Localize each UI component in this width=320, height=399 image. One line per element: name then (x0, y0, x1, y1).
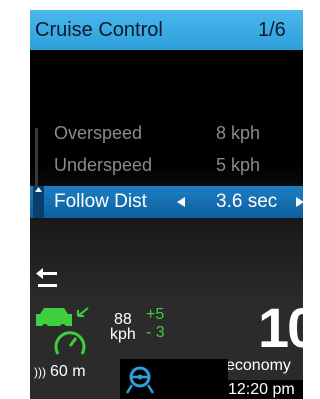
page-indicator: 1/6 (258, 19, 286, 41)
delta-minus: - 3 (146, 324, 165, 341)
menu-item-overspeed[interactable]: Overspeed 8 kph (30, 117, 303, 149)
increase-arrow-icon[interactable] (296, 197, 303, 207)
header-bar: Cruise Control 1/6 (30, 10, 303, 50)
speed-unit: kph (110, 326, 136, 343)
lane-keep-icon (125, 366, 155, 394)
menu-item-label: Underspeed (54, 155, 153, 175)
back-button[interactable] (36, 266, 60, 288)
menu-item-value: 8 kph (216, 123, 261, 143)
menu-item-label: Overspeed (54, 123, 143, 143)
up-triangle-icon (35, 187, 42, 192)
follow-distance: ))) 60 m (34, 363, 86, 381)
decrease-arrow-icon[interactable] (177, 197, 185, 207)
menu-item-underspeed[interactable]: Underspeed 5 kph (30, 149, 303, 181)
set-speed: 88 kph (110, 311, 136, 343)
menu-item-value: 5 kph (216, 155, 261, 175)
signal-waves-icon: ))) (34, 365, 46, 379)
distance-value: 60 m (50, 363, 86, 380)
big-readout: 10 (258, 296, 303, 359)
screen-title: Cruise Control (35, 19, 163, 41)
selection-marker (33, 186, 44, 218)
status-bar: 88 kph +5 - 3 10 economy ))) 60 m 12:20 p… (30, 296, 303, 399)
lane-keep-indicator (120, 359, 228, 399)
clock: 12:20 pm (226, 380, 303, 399)
drive-mode: economy (226, 357, 291, 374)
cluster-display: Cruise Control 1/6 Overspeed 8 kph Under… (30, 10, 303, 399)
delta-plus: +5 (146, 306, 165, 323)
adaptive-cruise-icon (36, 307, 89, 355)
menu-item-label: Follow Dist (54, 191, 147, 212)
speed-tolerance: +5 - 3 (146, 306, 165, 342)
menu-item-follow-dist[interactable]: Follow Dist 3.6 sec (30, 186, 303, 218)
menu-item-value: 3.6 sec (216, 191, 278, 212)
speed-value: 88 (114, 311, 132, 328)
return-arrow-icon (36, 268, 57, 287)
